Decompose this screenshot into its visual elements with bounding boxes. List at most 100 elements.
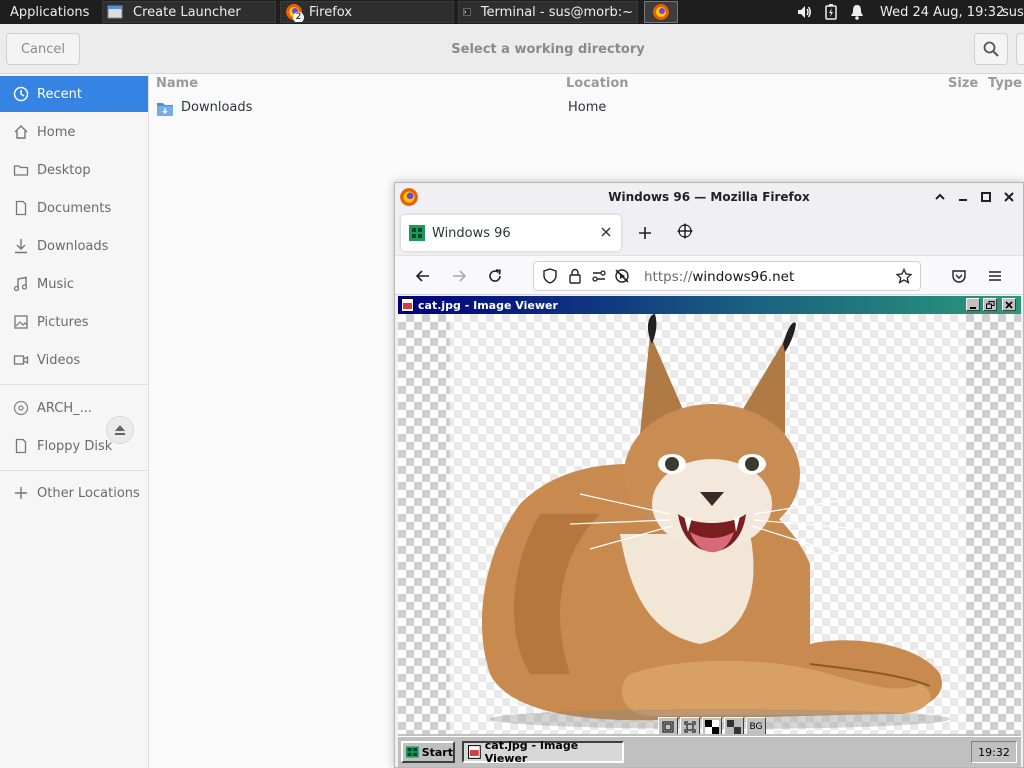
image-viewer-titlebar[interactable]: cat.jpg - Image Viewer [398, 296, 1021, 314]
plus-icon [15, 487, 27, 499]
taskbar-firefox[interactable]: 2 Firefox [280, 1, 454, 23]
panel-clock[interactable]: Wed 24 Aug, 19:32 [880, 0, 1004, 24]
pocket-button[interactable] [947, 264, 971, 288]
panel-user[interactable]: sus [1002, 0, 1024, 24]
reload-icon [489, 269, 501, 282]
sidebar-item-downloads[interactable]: Downloads [0, 228, 148, 264]
actual-size-icon [684, 721, 696, 733]
sidebar-item-home[interactable]: Home [0, 114, 148, 150]
file-location: Home [568, 100, 607, 115]
forward-button[interactable] [447, 264, 471, 288]
volume-icon[interactable] [796, 4, 812, 20]
sidebar-item-label: Pictures [37, 314, 89, 330]
url-bar[interactable]: https://windows96.net [533, 261, 921, 291]
image-file-icon [401, 298, 414, 312]
taskbar-item-label: Firefox [309, 4, 353, 20]
zoom-fit-button[interactable] [658, 717, 678, 734]
win96-clock: 19:32 [971, 741, 1017, 763]
bookmark-star-icon[interactable] [896, 268, 912, 284]
win96-restore-button[interactable] [983, 298, 997, 311]
sidebar-item-label: ARCH_... [37, 400, 93, 416]
background-checker-button[interactable] [702, 717, 722, 734]
window-minimize-button[interactable] [953, 187, 973, 207]
battery-icon[interactable] [824, 4, 838, 20]
image-file-icon [468, 745, 481, 759]
close-icon [1005, 300, 1013, 309]
notification-bell-icon[interactable] [850, 4, 864, 20]
header-extra-button[interactable] [1016, 33, 1024, 65]
sidebar-item-label: Videos [37, 352, 81, 368]
win96-close-button[interactable] [1002, 298, 1016, 311]
firefox-icon [653, 4, 669, 20]
new-tab-button[interactable] [633, 221, 657, 245]
checker-icon [705, 720, 719, 734]
sidebar-item-label: Other Locations [37, 485, 140, 501]
chevron-up-icon [935, 193, 945, 200]
download-icon [15, 239, 27, 254]
document-icon [15, 200, 27, 216]
column-header-name[interactable]: Name [156, 76, 198, 91]
video-icon [13, 355, 29, 365]
tab-windows96[interactable]: Windows 96 [401, 215, 621, 251]
sidebar-item-documents[interactable]: Documents [0, 190, 148, 226]
column-header-size[interactable]: Size [948, 76, 978, 91]
taskbar-item-label: Create Launcher [133, 4, 241, 20]
win96-start-button[interactable]: Start [401, 741, 455, 763]
applications-label: Applications [10, 4, 90, 20]
taskbar-firefox-current[interactable] [644, 1, 678, 23]
sidebar-item-pictures[interactable]: Pictures [0, 304, 148, 340]
app-menu-button[interactable] [983, 264, 1007, 288]
image-viewer-canvas[interactable]: BG [398, 314, 1021, 734]
taskbar-terminal[interactable]: Terminal - sus@morb:~ [458, 1, 638, 23]
sidebar-item-floppy[interactable]: Floppy Disk [0, 428, 148, 464]
column-header-type[interactable]: Type [988, 76, 1022, 91]
plus-icon [639, 227, 651, 239]
background-dark-checker-button[interactable] [724, 717, 744, 734]
autoplay-blocked-icon[interactable] [614, 268, 630, 284]
clock-icon [13, 86, 29, 102]
start-label: Start [421, 745, 453, 759]
sidebar-item-videos[interactable]: Videos [0, 342, 148, 378]
sidebar-item-label: Recent [37, 86, 82, 102]
sidebar-item-arch[interactable]: ARCH_... [0, 390, 100, 426]
url-text[interactable]: https://windows96.net [644, 269, 794, 285]
applications-menu[interactable]: Applications ⋮ [0, 1, 100, 23]
back-button[interactable] [411, 264, 435, 288]
taskbar-create-launcher[interactable]: Create Launcher [102, 1, 276, 23]
column-header-location[interactable]: Location [566, 76, 629, 91]
win96-minimize-button[interactable] [966, 298, 980, 311]
win96-task-image-viewer[interactable]: cat.jpg - Image Viewer [462, 739, 624, 765]
taskbar-item-label: Terminal - sus@morb:~ [480, 4, 633, 20]
sidebar-item-music[interactable]: Music [0, 266, 148, 302]
search-icon [983, 41, 999, 57]
file-name: Downloads [181, 100, 253, 115]
window-close-button[interactable] [999, 187, 1019, 207]
window-title: Windows 96 — Mozilla Firefox [608, 190, 810, 204]
window-maximize-button[interactable] [976, 187, 996, 207]
window-shade-button[interactable] [930, 187, 950, 207]
restore-icon [985, 300, 994, 309]
arrow-right-icon [453, 270, 467, 282]
permissions-icon[interactable] [592, 268, 606, 284]
zoom-actual-button[interactable] [680, 717, 700, 734]
picture-icon [14, 315, 28, 329]
sidebar-separator [0, 470, 148, 471]
reload-button[interactable] [483, 264, 507, 288]
sidebar-item-label: Documents [37, 200, 112, 216]
hamburger-menu-icon [989, 271, 1001, 281]
background-color-button[interactable]: BG [746, 717, 766, 734]
shield-icon[interactable] [542, 268, 558, 284]
windows96-logo-icon [406, 746, 419, 758]
sidebar-item-other-locations[interactable]: Other Locations [0, 475, 148, 511]
cancel-button[interactable]: Cancel [6, 33, 80, 65]
search-button[interactable] [974, 33, 1008, 65]
home-icon [14, 125, 28, 139]
sidebar-item-desktop[interactable]: Desktop [0, 152, 148, 188]
floppy-icon [15, 438, 27, 454]
tab-close-button[interactable] [599, 225, 613, 239]
header-bar: Cancel Select a working directory [0, 24, 1024, 74]
sidebar-item-recent[interactable]: Recent [0, 76, 148, 112]
sidebar-item-label: Downloads [37, 238, 109, 254]
lock-icon[interactable] [568, 268, 582, 284]
tab-label: Windows 96 [432, 225, 511, 241]
